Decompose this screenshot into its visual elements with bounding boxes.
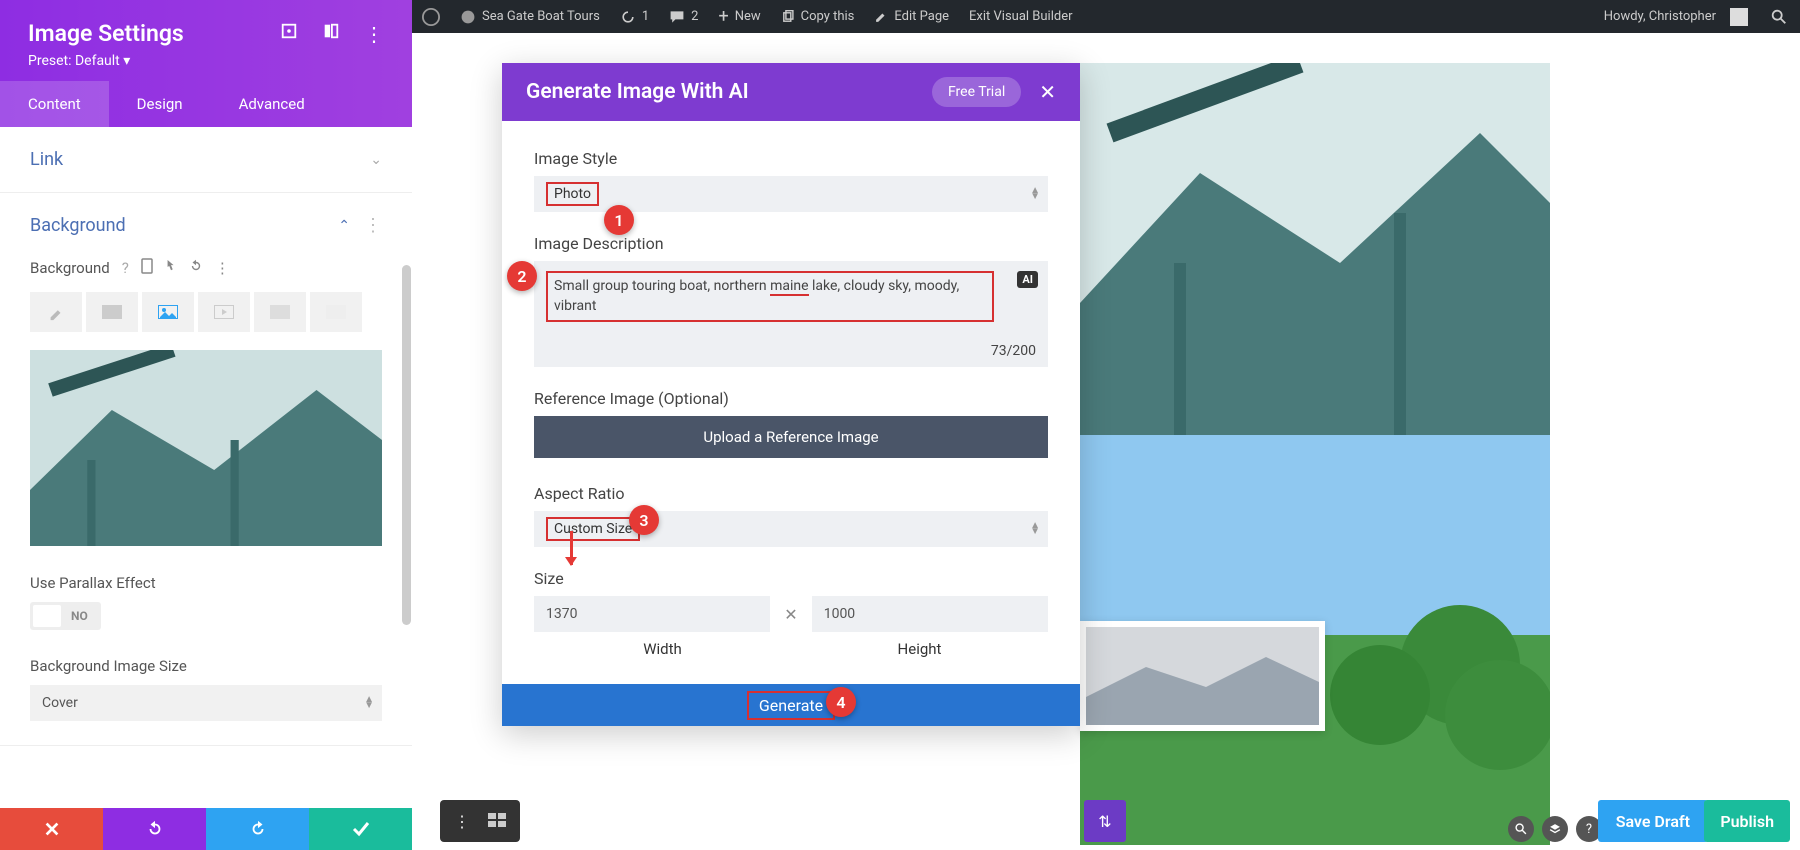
site-name[interactable]: Sea Gate Boat Tours (450, 0, 610, 33)
undo-button[interactable] (103, 808, 206, 850)
height-label: Height (791, 640, 1048, 658)
size-label: Size (534, 569, 1048, 588)
comments[interactable]: 2 (659, 0, 708, 33)
layers-icon[interactable] (1542, 816, 1568, 842)
select-arrows-icon: ▲▼ (364, 697, 374, 709)
preset-dropdown[interactable]: Preset: Default ▾ (28, 53, 384, 69)
parallax-label: Use Parallax Effect (30, 574, 382, 592)
copy-this[interactable]: Copy this (771, 0, 865, 33)
help-icon[interactable]: ? (122, 259, 129, 277)
field-more-icon[interactable]: ⋮ (215, 259, 230, 277)
ai-modal: Generate Image With AI Free Trial ✕ Imag… (502, 63, 1080, 726)
device-icon[interactable] (141, 258, 153, 278)
settings-sidebar: Image Settings ⋮ Preset: Default ▾ Conte… (0, 0, 412, 850)
tab-advanced[interactable]: Advanced (211, 81, 333, 127)
bgsize-label: Background Image Size (30, 657, 382, 675)
section-more-icon[interactable]: ⋮ (364, 215, 382, 236)
ai-chip[interactable]: AI (1017, 271, 1038, 288)
page-canvas: Generate Image With AI Free Trial ✕ Imag… (412, 33, 1800, 850)
search-icon[interactable] (1770, 8, 1788, 26)
select-arrows-icon: ▲▼ (1030, 523, 1040, 535)
save-draft-button[interactable]: Save Draft (1598, 800, 1708, 842)
modal-title: Generate Image With AI (526, 80, 749, 104)
toolbar-wireframe-icon[interactable] (488, 812, 506, 831)
save-button[interactable] (309, 808, 412, 850)
callout-4: 4 (826, 687, 856, 717)
bg-video-icon[interactable] (198, 292, 250, 332)
hover-icon[interactable] (165, 258, 177, 278)
upload-reference-button[interactable]: Upload a Reference Image (534, 416, 1048, 458)
bg-pattern-icon[interactable] (254, 292, 306, 332)
settings-tabs: Content Design Advanced (0, 81, 412, 127)
height-input[interactable]: 1000 (812, 596, 1048, 632)
arrow-down-icon (570, 531, 573, 565)
tab-content[interactable]: Content (0, 81, 109, 127)
bg-color-icon[interactable] (30, 292, 82, 332)
background-label: Background (30, 259, 110, 277)
zoom-icon[interactable] (1508, 816, 1534, 842)
tab-design[interactable]: Design (109, 81, 211, 127)
reference-thumb[interactable] (1080, 621, 1325, 731)
aspect-label: Aspect Ratio (534, 484, 1048, 503)
canvas-toolbar[interactable]: ⋮ (440, 800, 520, 842)
reset-icon[interactable] (189, 259, 203, 277)
scrollbar[interactable] (402, 265, 411, 625)
publish-button[interactable]: Publish (1704, 800, 1790, 842)
howdy-user[interactable]: Howdy, Christopher (1594, 0, 1758, 33)
desc-textarea[interactable]: Small group touring boat, northern maine… (534, 261, 1048, 367)
callout-1: 1 (604, 205, 634, 235)
times-icon: ✕ (784, 605, 797, 624)
hero-image-1 (1080, 63, 1550, 435)
chevron-down-icon: ⌄ (370, 152, 382, 168)
layout-icon[interactable] (322, 22, 340, 46)
expand-icon[interactable] (280, 22, 298, 46)
sort-icon[interactable]: ⇅ (1084, 800, 1126, 842)
toolbar-more-icon[interactable]: ⋮ (454, 812, 470, 831)
section-link[interactable]: Link⌄ (0, 127, 412, 192)
char-count: 73/200 (991, 343, 1036, 359)
ref-label: Reference Image (Optional) (534, 389, 1048, 408)
discard-button[interactable] (0, 808, 103, 850)
chevron-up-icon: ⌃ (338, 218, 350, 234)
aspect-select[interactable]: Custom Size ▲▼ (534, 511, 1048, 547)
free-trial-badge[interactable]: Free Trial (932, 77, 1021, 107)
desc-label: Image Description (534, 234, 1048, 253)
section-background[interactable]: Background⌃⋮ (0, 193, 412, 258)
aspect-value: Custom Size (546, 517, 640, 541)
bg-image-icon[interactable] (142, 292, 194, 332)
bgsize-select[interactable]: Cover▲▼ (30, 685, 382, 721)
avatar (1730, 8, 1748, 26)
wp-admin-bar: Sea Gate Boat Tours 1 2 +New Copy this E… (412, 0, 1800, 33)
background-preview[interactable] (30, 350, 382, 546)
new-button[interactable]: +New (708, 0, 770, 33)
panel-title: Image Settings (28, 20, 184, 47)
edit-page[interactable]: Edit Page (864, 0, 959, 33)
desc-value: Small group touring boat, northern maine… (546, 271, 994, 322)
callout-3: 3 (629, 505, 659, 535)
redo-button[interactable] (206, 808, 309, 850)
close-icon[interactable]: ✕ (1039, 80, 1056, 104)
bg-mask-icon[interactable] (310, 292, 362, 332)
exit-visual-builder[interactable]: Exit Visual Builder (959, 0, 1082, 33)
width-input[interactable]: 1370 (534, 596, 770, 632)
parallax-toggle[interactable]: NO (30, 602, 101, 630)
more-icon[interactable]: ⋮ (364, 22, 384, 46)
generate-button[interactable]: Generate (502, 684, 1080, 726)
bg-gradient-icon[interactable] (86, 292, 138, 332)
callout-2: 2 (507, 261, 537, 291)
style-value: Photo (546, 182, 599, 206)
wp-logo[interactable] (412, 0, 450, 33)
width-label: Width (534, 640, 791, 658)
select-arrows-icon: ▲▼ (1030, 188, 1040, 200)
style-label: Image Style (534, 149, 1048, 168)
refresh-count[interactable]: 1 (610, 0, 659, 33)
